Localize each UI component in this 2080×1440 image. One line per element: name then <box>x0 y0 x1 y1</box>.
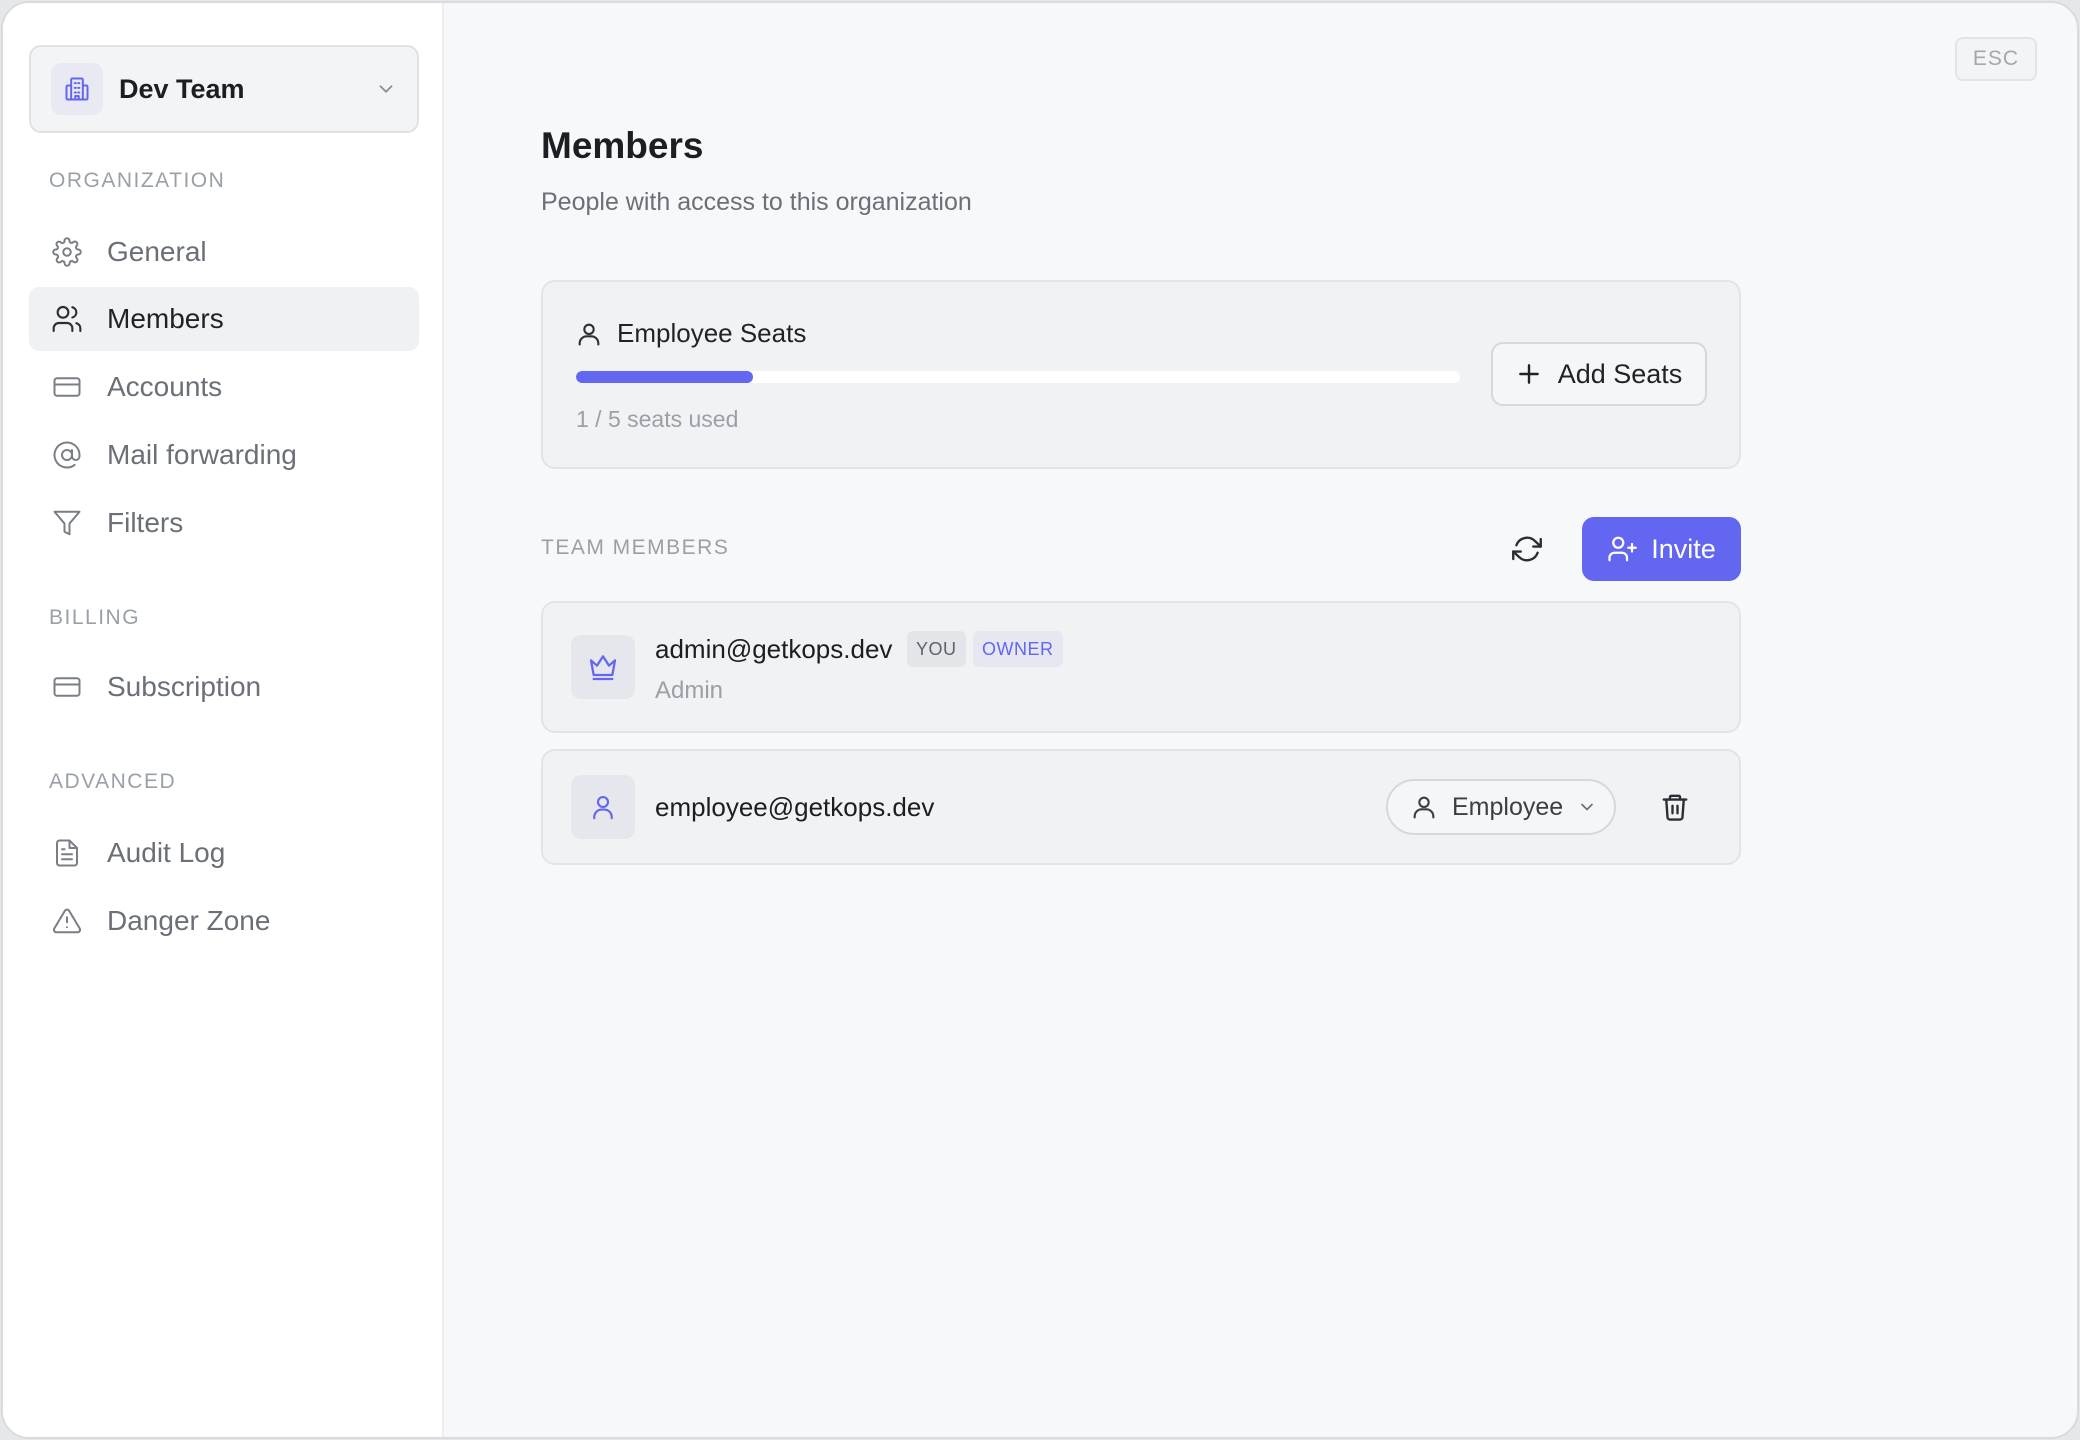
sidebar-item-danger-zone[interactable]: Danger Zone <box>29 889 419 953</box>
plus-icon <box>1518 364 1539 384</box>
warning-icon <box>51 905 83 937</box>
card-icon <box>51 671 83 703</box>
card-icon <box>51 371 83 403</box>
seats-used-text: 1 / 5 seats used <box>576 406 739 432</box>
member-email: employee@getkops.dev <box>655 792 935 822</box>
sidebar-item-members[interactable]: Members <box>29 287 419 351</box>
invite-button[interactable]: Invite <box>1582 517 1741 581</box>
trash-icon <box>1662 794 1688 821</box>
role-select[interactable]: Employee <box>1386 779 1616 835</box>
sidebar-item-label: Mail forwarding <box>107 439 297 470</box>
team-name: Dev Team <box>119 73 245 104</box>
seats-header: Employee Seats <box>575 318 806 349</box>
team-switcher[interactable]: Dev Team <box>29 45 419 133</box>
seats-progress-fill <box>576 371 753 383</box>
you-badge: YOU <box>907 631 966 667</box>
sidebar-item-label: General <box>107 236 207 267</box>
refresh-button[interactable] <box>1503 521 1551 577</box>
esc-close-button[interactable]: ESC <box>1955 37 2037 81</box>
user-icon <box>571 775 635 839</box>
sidebar-item-label: Members <box>107 303 224 334</box>
user-icon <box>1413 796 1435 819</box>
sidebar-item-audit-log[interactable]: Audit Log <box>29 821 419 885</box>
page-title: Members <box>541 125 704 166</box>
sidebar-item-label: Filters <box>107 507 184 538</box>
building-icon <box>51 63 103 115</box>
settings-window: Dev Team ORGANIZATION General Members Ac… <box>1 1 2079 1439</box>
section-organization: ORGANIZATION <box>49 169 226 192</box>
seats-card: Employee Seats 1 / 5 seats used Add Seat… <box>541 280 1741 469</box>
owner-badge: OWNER <box>973 631 1063 667</box>
delete-member-button[interactable] <box>1655 787 1695 827</box>
member-role: Admin <box>655 677 724 704</box>
sidebar-item-accounts[interactable]: Accounts <box>29 355 419 419</box>
seats-progress-bar <box>576 371 1460 383</box>
invite-label: Invite <box>1651 533 1716 564</box>
sidebar-item-label: Danger Zone <box>107 905 271 936</box>
seats-label: Employee Seats <box>617 318 807 348</box>
section-advanced: ADVANCED <box>49 770 177 793</box>
role-select-value: Employee <box>1452 792 1564 821</box>
crown-icon <box>571 635 635 699</box>
member-email: admin@getkops.dev <box>655 634 893 664</box>
sidebar-item-filters[interactable]: Filters <box>29 491 419 555</box>
sidebar-item-label: Subscription <box>107 671 262 702</box>
sidebar: Dev Team ORGANIZATION General Members Ac… <box>3 3 444 1437</box>
page-subtitle: People with access to this organization <box>541 188 972 216</box>
team-members-heading: TEAM MEMBERS <box>541 536 730 559</box>
chevron-down-icon <box>379 85 393 93</box>
sidebar-item-mail-forwarding[interactable]: Mail forwarding <box>29 423 419 487</box>
member-row: admin@getkops.dev YOU OWNER Admin <box>541 601 1741 733</box>
section-billing: BILLING <box>49 606 141 629</box>
user-icon <box>578 323 600 346</box>
sidebar-item-label: Audit Log <box>107 837 226 868</box>
member-row: employee@getkops.dev Employee <box>541 749 1741 865</box>
add-seats-label: Add Seats <box>1557 358 1683 389</box>
add-seats-button[interactable]: Add Seats <box>1491 342 1707 406</box>
sidebar-item-subscription[interactable]: Subscription <box>29 655 419 719</box>
document-icon <box>51 837 83 869</box>
user-plus-icon <box>1608 536 1638 562</box>
sidebar-item-general[interactable]: General <box>29 220 419 284</box>
sidebar-item-label: Accounts <box>107 371 223 402</box>
filter-icon <box>51 507 83 539</box>
users-icon <box>51 303 83 335</box>
chevron-down-icon <box>1581 803 1594 811</box>
gear-icon <box>51 236 83 268</box>
at-sign-icon <box>51 439 83 471</box>
refresh-icon <box>1512 536 1542 562</box>
